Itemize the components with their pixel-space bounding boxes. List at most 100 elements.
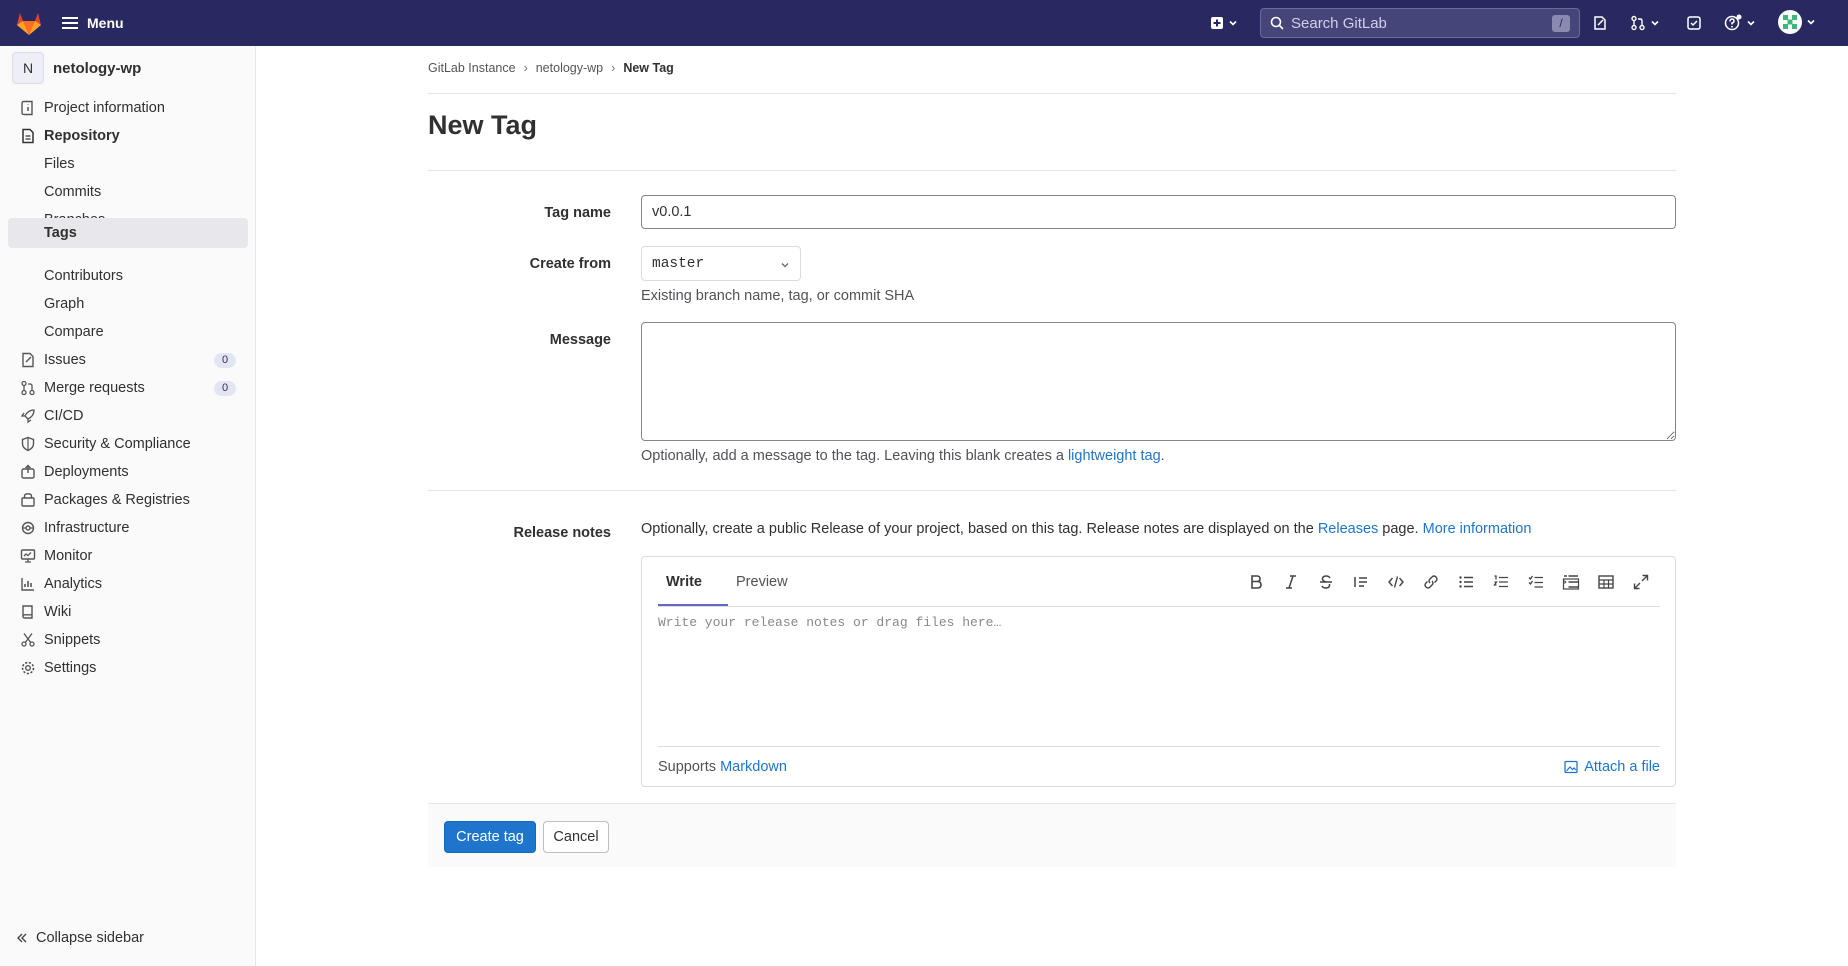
tag-name-input[interactable] [641, 195, 1676, 229]
bullet-list-icon[interactable] [1457, 573, 1475, 591]
cloud-gear-icon [21, 521, 35, 535]
strikethrough-icon[interactable] [1317, 573, 1335, 591]
search-input[interactable] [1291, 14, 1541, 32]
hamburger-icon [62, 17, 78, 29]
divider [428, 490, 1676, 491]
gitlab-logo-icon[interactable] [14, 8, 44, 38]
releases-link[interactable]: Releases [1318, 521, 1378, 537]
numbered-list-icon[interactable] [1492, 573, 1510, 591]
sidebar-item-graph[interactable]: Graph [8, 289, 248, 319]
sidebar-item-label: Contributors [44, 268, 123, 284]
sidebar-item-label: Graph [44, 296, 85, 312]
sidebar-item-monitor[interactable]: Monitor [8, 541, 248, 571]
italic-icon[interactable] [1282, 573, 1300, 591]
tab-preview[interactable]: Preview [736, 574, 788, 590]
help-icon [1724, 14, 1742, 31]
menu-button[interactable]: Menu [62, 10, 124, 36]
form-actions: Create tag Cancel [428, 803, 1676, 867]
issues-nav-button[interactable] [1592, 12, 1608, 34]
markdown-support-note: Supports Markdown [658, 759, 787, 775]
collapsible-section-icon[interactable] [1562, 573, 1580, 591]
project-avatar: N [12, 52, 44, 84]
task-list-icon[interactable] [1527, 573, 1545, 591]
sidebar-item-merge-requests[interactable]: Merge requests 0 [8, 373, 248, 403]
sidebar-item-issues[interactable]: Issues 0 [8, 345, 248, 375]
chevron-down-icon [1651, 20, 1659, 26]
sidebar-item-compare[interactable]: Compare [8, 317, 248, 347]
monitor-icon [20, 549, 36, 563]
sidebar-item-wiki[interactable]: Wiki [8, 597, 248, 627]
table-icon[interactable] [1597, 573, 1615, 591]
tab-write[interactable]: Write [666, 574, 702, 590]
info-icon [21, 100, 33, 116]
code-icon[interactable] [1387, 573, 1405, 591]
release-notes-editor: Write Preview Supports Markdown Attach a… [641, 556, 1676, 787]
gear-icon [21, 661, 35, 675]
create-tag-button[interactable]: Create tag [444, 821, 536, 853]
shield-icon [21, 436, 35, 452]
avatar [1778, 10, 1802, 34]
release-desc-text: Optionally, create a public Release of y… [641, 521, 1318, 537]
chart-icon [21, 578, 34, 591]
plus-square-icon [1211, 17, 1223, 29]
lightweight-tag-link[interactable]: lightweight tag [1068, 448, 1161, 464]
sidebar-item-label: Merge requests [44, 380, 145, 396]
message-help-suffix: . [1160, 448, 1165, 464]
sidebar-item-label: Analytics [44, 576, 103, 592]
create-from-dropdown[interactable]: master [641, 246, 801, 281]
top-navbar: Menu / [0, 0, 1848, 46]
issues-icon [22, 352, 34, 368]
chevron-down-icon [1747, 20, 1755, 26]
breadcrumb-item-project[interactable]: netology-wp [536, 61, 603, 75]
search-icon [1270, 16, 1284, 30]
package-icon [21, 493, 35, 507]
sidebar-item-repository[interactable]: Repository [8, 121, 248, 151]
double-chevron-left-icon [17, 933, 27, 943]
sidebar-item-tags[interactable]: Tags [8, 218, 248, 248]
breadcrumb-item-instance[interactable]: GitLab Instance [428, 61, 516, 75]
attach-file-button[interactable]: Attach a file [1564, 759, 1660, 775]
user-menu-button[interactable] [1778, 10, 1817, 34]
sidebar-item-packages-registries[interactable]: Packages & Registries [8, 485, 248, 515]
message-help: Optionally, add a message to the tag. Le… [641, 448, 1165, 464]
sidebar-item-label: Commits [44, 184, 102, 200]
sidebar-item-ci-cd[interactable]: CI/CD [8, 401, 248, 431]
markdown-link[interactable]: Markdown [720, 759, 787, 775]
sidebar-item-security-compliance[interactable]: Security & Compliance [8, 429, 248, 459]
help-dropdown-button[interactable] [1724, 12, 1757, 34]
chevron-down-icon [1807, 19, 1815, 25]
sidebar-item-snippets[interactable]: Snippets [8, 625, 248, 655]
merge-requests-nav-button[interactable] [1630, 12, 1661, 34]
more-information-link[interactable]: More information [1423, 521, 1532, 537]
link-icon[interactable] [1422, 573, 1440, 591]
todos-nav-button[interactable] [1686, 12, 1702, 34]
sidebar-item-files[interactable]: Files [8, 149, 248, 179]
release-notes-textarea[interactable] [658, 615, 1658, 715]
sidebar-item-analytics[interactable]: Analytics [8, 569, 248, 599]
release-notes-label: Release notes [513, 525, 611, 541]
todo-check-icon [1687, 16, 1701, 30]
new-dropdown-button[interactable] [1210, 12, 1239, 34]
quote-icon[interactable] [1352, 573, 1370, 591]
sidebar-item-infrastructure[interactable]: Infrastructure [8, 513, 248, 543]
message-textarea[interactable] [641, 322, 1676, 441]
chevron-right-icon: › [611, 61, 616, 75]
release-desc-mid: page. [1378, 521, 1423, 537]
cancel-button[interactable]: Cancel [543, 821, 609, 853]
sidebar-item-label: Wiki [44, 604, 72, 620]
fullscreen-icon[interactable] [1632, 573, 1650, 591]
sidebar-item-settings[interactable]: Settings [8, 653, 248, 683]
divider [428, 93, 1676, 94]
project-name: netology-wp [53, 59, 142, 77]
collapse-sidebar-button[interactable]: Collapse sidebar [16, 930, 144, 946]
search-box[interactable]: / [1260, 8, 1580, 38]
sidebar-item-contributors[interactable]: Contributors [8, 261, 248, 291]
create-from-help: Existing branch name, tag, or commit SHA [641, 288, 915, 304]
create-from-label: Create from [529, 256, 611, 272]
sidebar-item-project-information[interactable]: Project information [8, 93, 248, 123]
bold-icon[interactable] [1247, 573, 1265, 591]
sidebar-item-label: Monitor [44, 548, 93, 564]
sidebar-item-commits[interactable]: Commits [8, 177, 248, 207]
sidebar-project-header[interactable]: N netology-wp [12, 52, 141, 84]
sidebar-item-deployments[interactable]: Deployments [8, 457, 248, 487]
